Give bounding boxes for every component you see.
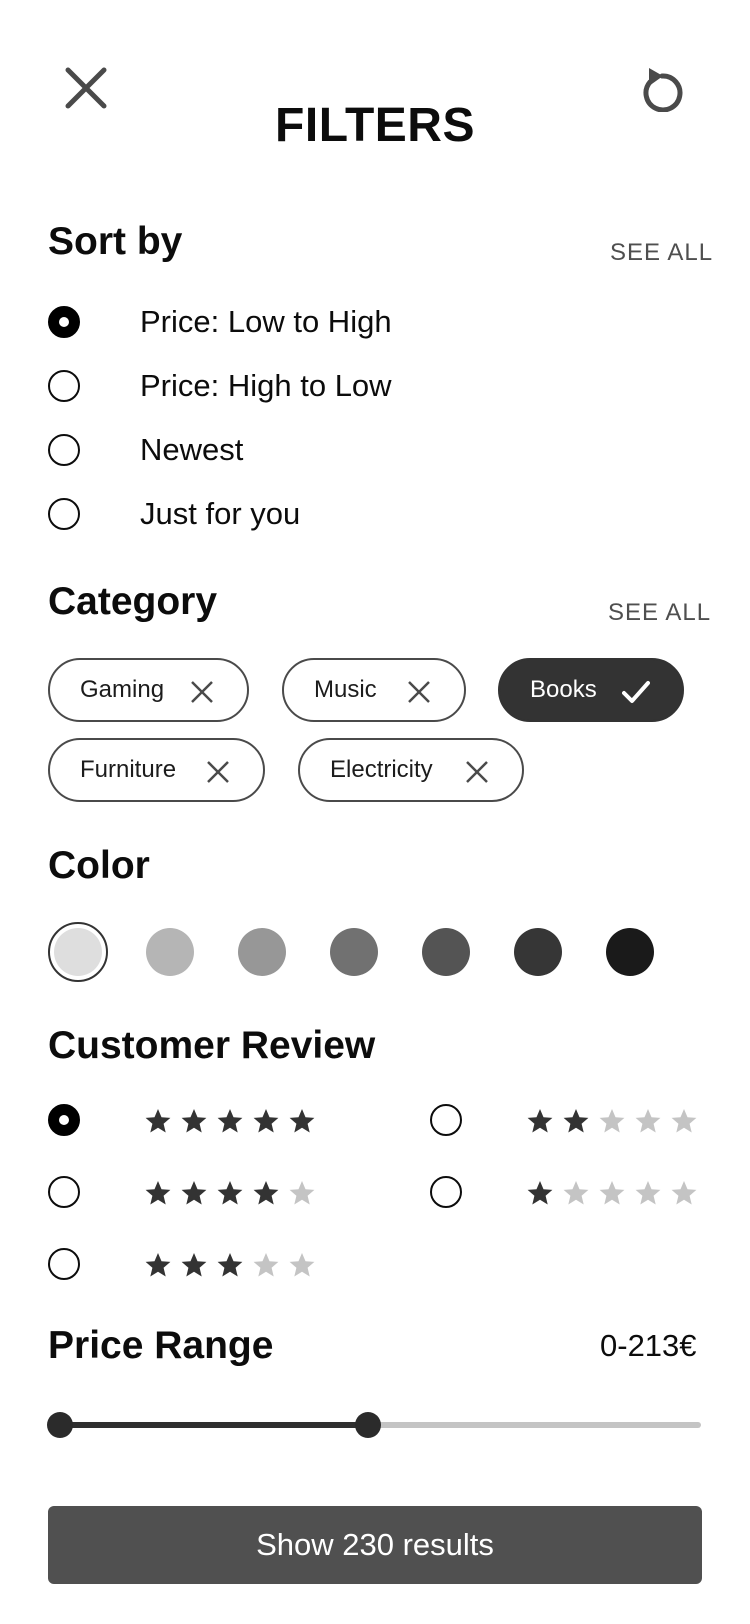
star-icon	[671, 1181, 697, 1205]
color-swatch[interactable]	[514, 928, 562, 976]
chip-label: Electricity	[330, 756, 433, 783]
star-icon	[527, 1109, 553, 1133]
star-rating	[144, 1179, 316, 1207]
review-radio[interactable]	[48, 1104, 80, 1136]
sort-option-label[interactable]: Just for you	[140, 496, 300, 532]
star-icon	[181, 1109, 207, 1133]
color-swatch[interactable]	[422, 928, 470, 976]
sort-option-label[interactable]: Price: High to Low	[140, 368, 392, 404]
color-swatch[interactable]	[606, 928, 654, 976]
star-icon	[253, 1109, 279, 1133]
show-results-button[interactable]: Show 230 results	[48, 1506, 702, 1584]
star-icon	[253, 1181, 279, 1205]
star-icon	[527, 1181, 553, 1205]
star-icon	[145, 1181, 171, 1205]
star-icon	[289, 1181, 315, 1205]
color-swatch[interactable]	[330, 928, 378, 976]
star-icon	[181, 1181, 207, 1205]
color-swatch	[54, 928, 102, 976]
star-icon	[217, 1181, 243, 1205]
sort-option-label[interactable]: Newest	[140, 432, 243, 468]
star-icon	[253, 1253, 279, 1277]
star-icon	[671, 1109, 697, 1133]
star-icon	[635, 1181, 661, 1205]
star-icon	[563, 1181, 589, 1205]
star-icon	[635, 1109, 661, 1133]
star-icon	[563, 1109, 589, 1133]
star-icon	[599, 1109, 625, 1133]
close-icon	[191, 681, 213, 703]
star-rating	[144, 1251, 316, 1279]
category-chip-music[interactable]: Music	[282, 658, 466, 722]
chip-label: Books	[530, 676, 597, 703]
star-icon	[181, 1253, 207, 1277]
color-swatch-selected[interactable]	[48, 922, 108, 982]
price-slider-max-handle[interactable]	[354, 1412, 381, 1438]
color-section-title: Color	[48, 844, 150, 887]
review-radio[interactable]	[430, 1104, 462, 1136]
price-section-title: Price Range	[48, 1324, 274, 1367]
close-icon	[207, 761, 229, 783]
chip-label: Gaming	[80, 676, 165, 703]
sort-radio[interactable]	[48, 306, 80, 338]
sort-radio[interactable]	[48, 434, 80, 466]
review-section-title: Customer Review	[48, 1024, 376, 1067]
review-radio[interactable]	[48, 1248, 80, 1280]
category-section-title: Category	[48, 580, 218, 623]
star-icon	[217, 1253, 243, 1277]
category-chip-furniture[interactable]: Furniture	[48, 738, 265, 802]
star-icon	[145, 1109, 171, 1133]
sort-option-label[interactable]: Price: Low to High	[140, 304, 392, 340]
sort-section-title: Sort by	[48, 220, 183, 263]
star-icon	[145, 1253, 171, 1277]
chip-label: Furniture	[80, 756, 177, 783]
price-slider-fill	[60, 1422, 368, 1428]
price-range-value: 0-213€	[600, 1328, 697, 1363]
sort-radio[interactable]	[48, 498, 80, 530]
category-chip-gaming[interactable]: Gaming	[48, 658, 249, 722]
star-icon	[599, 1181, 625, 1205]
close-icon	[408, 681, 430, 703]
check-icon	[622, 681, 650, 703]
category-see-all-link[interactable]: SEE ALL	[608, 599, 711, 627]
star-icon	[217, 1109, 243, 1133]
category-chip-books[interactable]: Books	[498, 658, 684, 722]
star-icon	[289, 1253, 315, 1277]
color-swatch[interactable]	[238, 928, 286, 976]
star-rating	[526, 1107, 698, 1135]
close-icon	[466, 761, 488, 783]
star-icon	[289, 1109, 315, 1133]
sort-see-all-link[interactable]: SEE ALL	[610, 239, 713, 267]
color-swatch[interactable]	[146, 928, 194, 976]
category-chip-electricity[interactable]: Electricity	[298, 738, 524, 802]
sort-radio[interactable]	[48, 370, 80, 402]
star-rating	[144, 1107, 316, 1135]
chip-label: Music	[314, 676, 377, 703]
price-slider-min-handle[interactable]	[47, 1412, 73, 1438]
review-radio[interactable]	[48, 1176, 80, 1208]
review-radio[interactable]	[430, 1176, 462, 1208]
star-rating	[526, 1179, 698, 1207]
page-title: FILTERS	[275, 99, 475, 152]
